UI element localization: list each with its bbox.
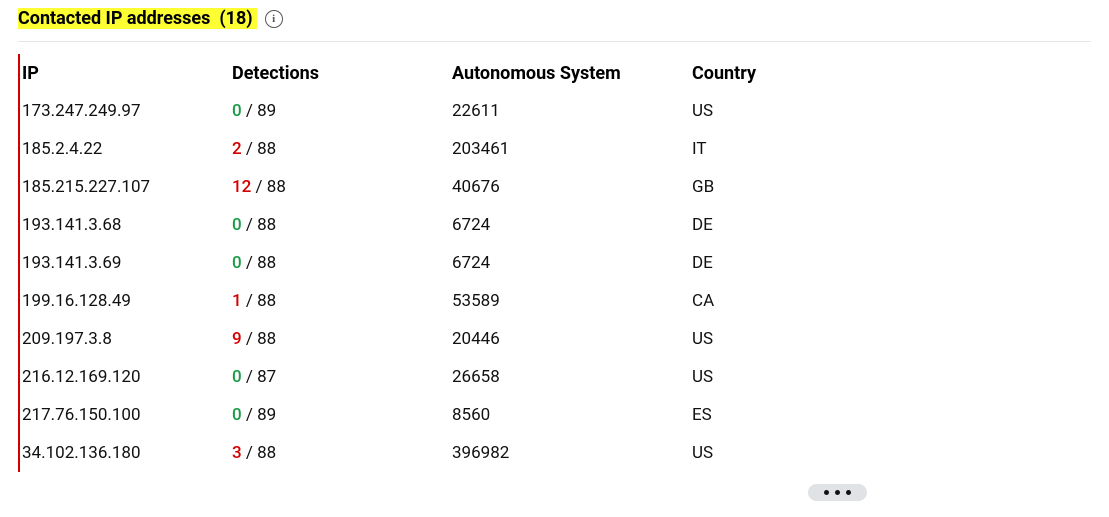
detections-hits: 12 xyxy=(232,177,251,197)
header-detections: Detections xyxy=(232,63,452,84)
cell-country: IT xyxy=(692,139,892,159)
table-row[interactable]: 185.2.4.222 / 88203461IT xyxy=(22,130,1091,168)
cell-country: US xyxy=(692,101,892,121)
detections-separator: / xyxy=(242,139,257,159)
detections-separator: / xyxy=(242,443,257,463)
cell-as: 396982 xyxy=(452,443,692,463)
table-row[interactable]: 193.141.3.690 / 886724DE xyxy=(22,244,1091,282)
detections-total: 89 xyxy=(257,101,276,121)
cell-detections: 0 / 88 xyxy=(232,215,452,235)
detections-hits: 1 xyxy=(232,291,242,311)
cell-country: GB xyxy=(692,177,892,197)
detections-hits: 0 xyxy=(232,215,242,235)
cell-detections: 3 / 88 xyxy=(232,443,452,463)
more-button[interactable] xyxy=(808,484,867,501)
detections-hits: 9 xyxy=(232,329,242,349)
cell-country: CA xyxy=(692,291,892,311)
detections-total: 88 xyxy=(267,177,286,197)
cell-as: 8560 xyxy=(452,405,692,425)
section-header: Contacted IP addresses (18) i xyxy=(18,8,1091,42)
table-row[interactable]: 34.102.136.1803 / 88396982US xyxy=(22,434,1091,472)
table-row[interactable]: 216.12.169.1200 / 8726658US xyxy=(22,358,1091,396)
detections-hits: 3 xyxy=(232,443,242,463)
ip-table: IP Detections Autonomous System Country … xyxy=(18,54,1091,472)
cell-ip: 199.16.128.49 xyxy=(22,291,232,311)
cell-detections: 0 / 89 xyxy=(232,101,452,121)
cell-as: 6724 xyxy=(452,253,692,273)
section-title-text: Contacted IP addresses xyxy=(18,8,210,29)
detections-hits: 0 xyxy=(232,367,242,387)
detections-total: 87 xyxy=(257,367,276,387)
cell-country: DE xyxy=(692,253,892,273)
cell-detections: 12 / 88 xyxy=(232,177,452,197)
cell-ip: 217.76.150.100 xyxy=(22,405,232,425)
section-count: (18) xyxy=(219,8,252,29)
cell-country: US xyxy=(692,443,892,463)
cell-ip: 185.215.227.107 xyxy=(22,177,232,197)
detections-separator: / xyxy=(242,367,257,387)
cell-detections: 0 / 87 xyxy=(232,367,452,387)
cell-detections: 0 / 89 xyxy=(232,405,452,425)
section-title: Contacted IP addresses (18) xyxy=(18,8,257,29)
header-country: Country xyxy=(692,63,892,84)
table-row[interactable]: 217.76.150.1000 / 898560ES xyxy=(22,396,1091,434)
cell-detections: 2 / 88 xyxy=(232,139,452,159)
detections-hits: 2 xyxy=(232,139,242,159)
cell-as: 26658 xyxy=(452,367,692,387)
cell-country: US xyxy=(692,329,892,349)
dot-icon xyxy=(835,490,840,495)
table-row[interactable]: 209.197.3.89 / 8820446US xyxy=(22,320,1091,358)
detections-separator: / xyxy=(242,405,257,425)
table-row[interactable]: 185.215.227.10712 / 8840676GB xyxy=(22,168,1091,206)
detections-total: 88 xyxy=(257,139,276,159)
table-row[interactable]: 199.16.128.491 / 8853589CA xyxy=(22,282,1091,320)
cell-detections: 9 / 88 xyxy=(232,329,452,349)
detections-separator: / xyxy=(242,253,257,273)
cell-ip: 209.197.3.8 xyxy=(22,329,232,349)
detections-separator: / xyxy=(242,215,257,235)
cell-as: 53589 xyxy=(452,291,692,311)
table-row[interactable]: 173.247.249.970 / 8922611US xyxy=(22,92,1091,130)
cell-ip: 193.141.3.69 xyxy=(22,253,232,273)
detections-total: 88 xyxy=(257,253,276,273)
detections-hits: 0 xyxy=(232,101,242,121)
cell-as: 6724 xyxy=(452,215,692,235)
header-ip: IP xyxy=(22,63,232,84)
table-header-row: IP Detections Autonomous System Country xyxy=(22,54,1091,92)
detections-hits: 0 xyxy=(232,405,242,425)
table-row[interactable]: 193.141.3.680 / 886724DE xyxy=(22,206,1091,244)
detections-separator: / xyxy=(251,177,266,197)
detections-total: 89 xyxy=(257,405,276,425)
header-as: Autonomous System xyxy=(452,63,692,84)
cell-as: 20446 xyxy=(452,329,692,349)
detections-separator: / xyxy=(242,101,257,121)
detections-total: 88 xyxy=(257,329,276,349)
cell-ip: 216.12.169.120 xyxy=(22,367,232,387)
cell-country: DE xyxy=(692,215,892,235)
cell-detections: 0 / 88 xyxy=(232,253,452,273)
dot-icon xyxy=(824,490,829,495)
cell-ip: 173.247.249.97 xyxy=(22,101,232,121)
detections-total: 88 xyxy=(257,215,276,235)
detections-separator: / xyxy=(242,329,257,349)
cell-ip: 185.2.4.22 xyxy=(22,139,232,159)
cell-detections: 1 / 88 xyxy=(232,291,452,311)
info-icon[interactable]: i xyxy=(265,10,283,28)
cell-as: 203461 xyxy=(452,139,692,159)
detections-total: 88 xyxy=(257,443,276,463)
detections-separator: / xyxy=(242,291,257,311)
dot-icon xyxy=(846,490,851,495)
cell-country: ES xyxy=(692,405,892,425)
cell-country: US xyxy=(692,367,892,387)
cell-as: 22611 xyxy=(452,101,692,121)
cell-ip: 193.141.3.68 xyxy=(22,215,232,235)
detections-total: 88 xyxy=(257,291,276,311)
cell-as: 40676 xyxy=(452,177,692,197)
detections-hits: 0 xyxy=(232,253,242,273)
cell-ip: 34.102.136.180 xyxy=(22,443,232,463)
